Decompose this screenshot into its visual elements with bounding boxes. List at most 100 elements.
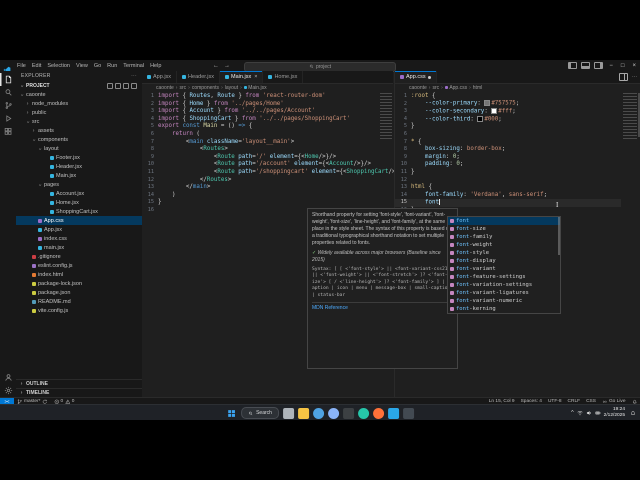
suggestion-font-display[interactable]: font-display: [448, 257, 560, 265]
taskbar-app-blue-icon[interactable]: [312, 407, 324, 419]
file-eslint-config-js[interactable]: eslint.config.js: [16, 261, 142, 270]
suggestion-font-weight[interactable]: font-weight: [448, 241, 560, 249]
explorer-icon[interactable]: [0, 73, 16, 86]
left-code-line-14[interactable]: 14 ): [142, 192, 379, 200]
tab-app-css[interactable]: App.css: [395, 71, 437, 83]
left-code-line-1[interactable]: 1 import { Routes, Route } from 'react-ro…: [142, 93, 379, 101]
right-code-line-15[interactable]: 15 font: [395, 199, 621, 207]
file-index-css[interactable]: index.css: [16, 234, 142, 243]
folder-caoonte[interactable]: › caoonte: [16, 90, 142, 99]
file-index-html[interactable]: index.html: [16, 270, 142, 279]
right-code-line-7[interactable]: 7 * {: [395, 139, 621, 147]
start-button[interactable]: [226, 408, 237, 419]
project-section-header[interactable]: › PROJECT: [16, 81, 142, 90]
window-maximize-button[interactable]: □: [619, 63, 627, 69]
outline-section[interactable]: › OUTLINE: [16, 379, 142, 388]
suggestion-font-size[interactable]: font-size: [448, 225, 560, 233]
menu-file[interactable]: File: [14, 63, 29, 69]
folder-src[interactable]: › src: [16, 117, 142, 126]
tab-home-jsx[interactable]: Home.jsx: [263, 71, 304, 83]
left-code-line-15[interactable]: 15}: [142, 199, 379, 207]
breadcrumb-segment-caoonte[interactable]: caoonte: [156, 85, 174, 91]
mdn-reference-link[interactable]: MDN Reference: [312, 302, 453, 312]
toggle-panel-icon[interactable]: [581, 62, 591, 69]
breadcrumb-segment-caoonte[interactable]: caoonte: [409, 85, 427, 91]
right-code-line-6[interactable]: 6: [395, 131, 621, 139]
collapse-all-icon[interactable]: [131, 82, 137, 89]
toggle-sidebar-icon[interactable]: [568, 62, 578, 69]
run-debug-icon[interactable]: [0, 112, 16, 125]
file-main-jsx[interactable]: Main.jsx: [16, 171, 142, 180]
tab-app-jsx[interactable]: App.jsx: [142, 71, 178, 83]
left-code-line-9[interactable]: 9 <Route path='/' element={<Home/>}/>: [142, 154, 379, 162]
toggle-secondary-sidebar-icon[interactable]: [594, 62, 604, 69]
suggest-scrollbar[interactable]: [558, 217, 560, 255]
folder-assets[interactable]: › assets: [16, 126, 142, 135]
menu-edit[interactable]: Edit: [29, 63, 44, 69]
new-file-icon[interactable]: [107, 82, 113, 89]
breadcrumb-segment-layout[interactable]: layout: [225, 85, 238, 91]
left-code-line-6[interactable]: 6 return (: [142, 131, 379, 139]
left-code-line-10[interactable]: 10 <Route path='/account' element={<Acco…: [142, 161, 379, 169]
left-code-line-8[interactable]: 8 <Routes>: [142, 146, 379, 154]
tab-header-jsx[interactable]: Header.jsx: [177, 71, 221, 83]
menu-go[interactable]: Go: [91, 63, 104, 69]
taskbar-search-box[interactable]: Search: [241, 407, 279, 419]
left-code-line-4[interactable]: 4 import { ShoppingCart } from '../../pag…: [142, 116, 379, 124]
tray-overflow-icon[interactable]: ^: [571, 410, 574, 416]
file-shoppingcart-jsx[interactable]: ShoppingCart.jsx: [16, 207, 142, 216]
folder-components[interactable]: › components: [16, 135, 142, 144]
menu-help[interactable]: Help: [147, 63, 164, 69]
wifi-icon[interactable]: [577, 410, 583, 416]
menu-terminal[interactable]: Terminal: [120, 63, 147, 69]
command-center-search[interactable]: project: [244, 61, 396, 72]
source-control-icon[interactable]: [0, 99, 16, 112]
extensions-icon[interactable]: [0, 125, 16, 138]
left-code-line-12[interactable]: 12 </Routes>: [142, 177, 379, 185]
taskbar-app-teal-icon[interactable]: [357, 407, 369, 419]
folder-pages[interactable]: › pages: [16, 180, 142, 189]
folder-public[interactable]: › public: [16, 108, 142, 117]
more-actions-icon[interactable]: ···: [632, 74, 637, 80]
menu-selection[interactable]: Selection: [44, 63, 73, 69]
right-code-line-5[interactable]: 5}: [395, 123, 621, 131]
menu-run[interactable]: Run: [104, 63, 120, 69]
taskbar-firefox-icon[interactable]: [372, 407, 384, 419]
left-code-line-3[interactable]: 3 import { Account } from '../../pages/Ac…: [142, 108, 379, 116]
folder-node-modules[interactable]: › node_modules: [16, 99, 142, 108]
right-code-line-9[interactable]: 9 margin: 0;: [395, 154, 621, 162]
tab-main-jsx[interactable]: Main.jsx ×: [220, 71, 264, 83]
left-code-line-5[interactable]: 5 export const Main = () => {: [142, 123, 379, 131]
taskbar-app-dark-icon[interactable]: [342, 407, 354, 419]
code-editor-app-css[interactable]: 1:root {2 --color-primary: #757575; 3 --c…: [395, 93, 621, 215]
battery-icon[interactable]: [594, 410, 601, 416]
file-package-lock-json[interactable]: package-lock.json: [16, 279, 142, 288]
suggestion-font-feature-settings[interactable]: font-feature-settings: [448, 273, 560, 281]
suggestion-font-variation-settings[interactable]: font-variation-settings: [448, 281, 560, 289]
breadcrumb-segment-html[interactable]: html: [473, 85, 482, 91]
taskbar-task-view-icon[interactable]: [282, 407, 294, 419]
file-vite-config-js[interactable]: vite.config.js: [16, 306, 142, 315]
left-code-line-2[interactable]: 2 import { Home } from '../pages/Home': [142, 101, 379, 109]
new-folder-icon[interactable]: [115, 82, 121, 89]
search-icon[interactable]: [0, 86, 16, 99]
right-code-line-12[interactable]: 12: [395, 177, 621, 185]
right-code-line-13[interactable]: 13 html {: [395, 184, 621, 192]
suggestion-font-style[interactable]: font-style: [448, 249, 560, 257]
notification-center-icon[interactable]: [628, 409, 637, 418]
file-account-jsx[interactable]: Account.jsx: [16, 189, 142, 198]
left-code-line-11[interactable]: 11 <Route path='/shoppingcart' element={…: [142, 169, 406, 177]
window-close-button[interactable]: ×: [630, 63, 638, 69]
window-minimize-button[interactable]: −: [607, 63, 615, 69]
forward-arrow-icon[interactable]: →: [224, 63, 230, 69]
timeline-section[interactable]: › TIMELINE: [16, 388, 142, 397]
split-editor-icon[interactable]: [619, 73, 628, 81]
breadcrumb-segment-main-jsx[interactable]: Main.jsx: [243, 85, 267, 91]
file-footer-jsx[interactable]: Footer.jsx: [16, 153, 142, 162]
file-home-jsx[interactable]: Home.jsx: [16, 198, 142, 207]
file-gitignore[interactable]: .gitignore: [16, 252, 142, 261]
left-code-line-7[interactable]: 7 <main className='layout__main'>: [142, 139, 379, 147]
suggestion-font-variant-numeric[interactable]: font-variant-numeric: [448, 297, 560, 305]
account-icon[interactable]: [0, 371, 16, 384]
taskbar-chrome-icon[interactable]: [327, 407, 339, 419]
